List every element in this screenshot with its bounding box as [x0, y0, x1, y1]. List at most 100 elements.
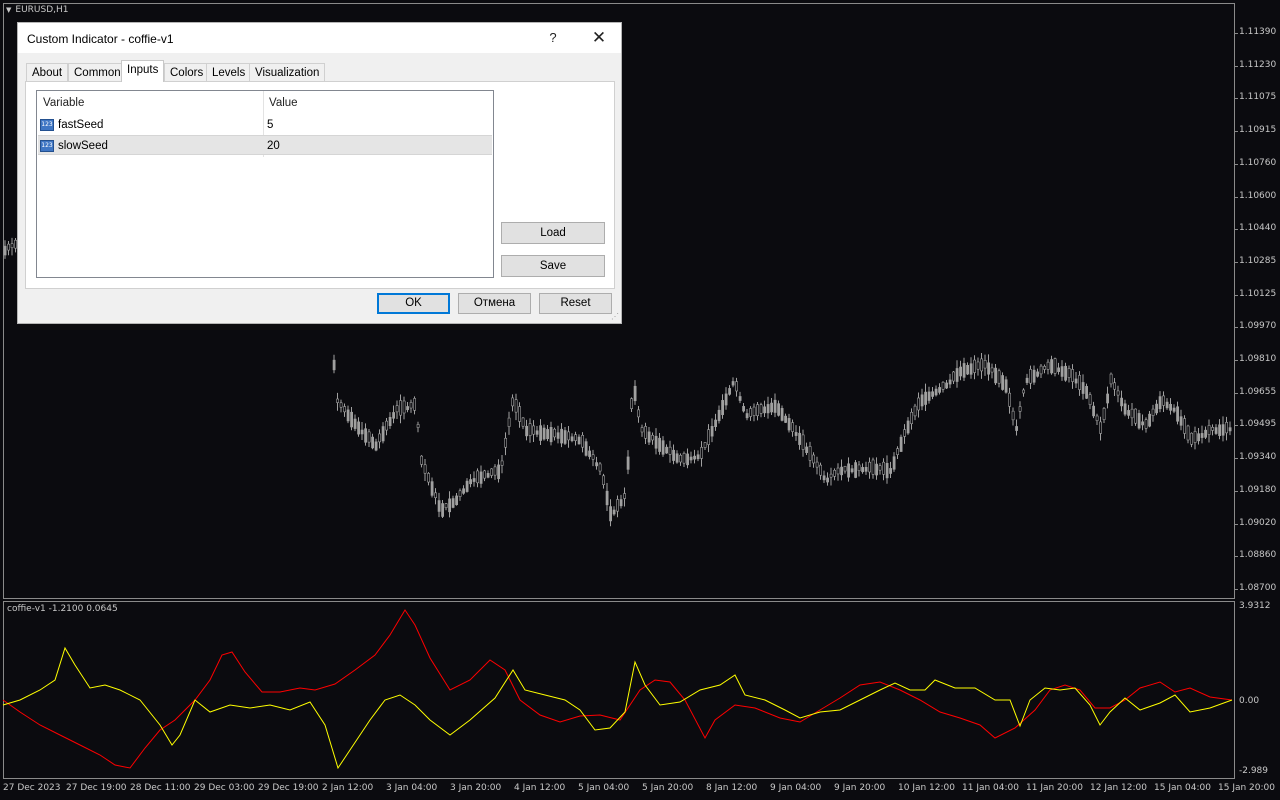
candle	[1127, 404, 1131, 419]
candle	[346, 405, 350, 424]
load-button[interactable]: Load	[501, 222, 605, 244]
candle	[493, 464, 497, 480]
candle	[983, 354, 987, 376]
candle	[1141, 414, 1145, 431]
candle	[710, 418, 714, 443]
candle	[1179, 409, 1183, 431]
time-axis-label: 10 Jan 12:00	[898, 783, 955, 793]
candle	[619, 494, 623, 509]
candle	[560, 423, 564, 448]
candle	[1025, 373, 1029, 385]
candle	[1088, 392, 1092, 410]
candle	[416, 421, 420, 433]
candle	[906, 417, 910, 435]
candle	[483, 469, 487, 482]
candle	[486, 470, 490, 479]
candle	[696, 450, 700, 462]
price-axis-tick	[1235, 98, 1238, 100]
candle	[378, 429, 382, 449]
candle	[392, 405, 396, 424]
tab-levels[interactable]: Levels	[206, 63, 252, 81]
time-axis-label: 4 Jan 12:00	[514, 783, 566, 793]
candle	[1053, 357, 1057, 377]
candle	[1109, 372, 1113, 388]
time-axis-label: 29 Dec 03:00	[194, 783, 255, 793]
time-axis-label: 29 Dec 19:00	[258, 783, 319, 793]
candle	[749, 406, 753, 421]
candle	[458, 488, 462, 501]
candle	[616, 495, 620, 518]
price-axis-tick	[1235, 425, 1238, 427]
tab-inputs[interactable]: Inputs	[121, 60, 165, 82]
candle	[948, 373, 952, 389]
candle	[595, 456, 599, 470]
price-axis-label: 1.10125	[1239, 288, 1277, 299]
price-axis-label: 1.10285	[1239, 255, 1277, 266]
candle	[409, 399, 413, 413]
candle	[1064, 362, 1068, 382]
dialog-titlebar[interactable]: Custom Indicator - coffie-v1 ? ✕	[18, 23, 621, 53]
candle	[994, 364, 998, 385]
candle	[987, 354, 991, 381]
price-axis-label: 1.11390	[1239, 27, 1277, 37]
column-header-value[interactable]: Value	[269, 91, 298, 115]
candle	[427, 472, 431, 486]
inputs-table[interactable]: Variable Value 123 fastSeed 5 123 slowSe…	[36, 90, 494, 278]
save-button[interactable]: Save	[501, 255, 605, 277]
price-axis-label: 1.08700	[1239, 582, 1277, 593]
candle	[434, 488, 438, 505]
candle	[1130, 403, 1134, 426]
candle	[1204, 426, 1208, 440]
candle	[917, 392, 921, 418]
candle	[630, 397, 634, 412]
candle	[535, 426, 539, 438]
candle	[689, 451, 693, 464]
help-button[interactable]: ?	[540, 27, 566, 49]
variable-value[interactable]: 5	[267, 115, 273, 135]
candle	[738, 391, 742, 404]
slow-seed-line	[2, 609, 1233, 769]
reset-button[interactable]: Reset	[539, 293, 612, 314]
candle	[857, 461, 861, 477]
candle	[1172, 404, 1176, 414]
candle	[777, 400, 781, 417]
candle	[1057, 362, 1061, 375]
candle	[623, 487, 627, 507]
table-row[interactable]: 123 slowSeed 20	[38, 135, 492, 155]
variable-name: fastSeed	[58, 119, 104, 131]
candle	[959, 360, 963, 381]
resize-grip-icon[interactable]: ⋰	[611, 313, 619, 321]
candle	[3, 240, 7, 259]
ok-button[interactable]: OK	[377, 293, 450, 314]
variable-value[interactable]: 20	[267, 136, 280, 156]
candle	[843, 465, 847, 474]
candle	[1158, 391, 1162, 413]
tab-about[interactable]: About	[26, 63, 69, 81]
candle	[504, 432, 508, 456]
candle	[500, 455, 504, 474]
candle	[357, 417, 361, 437]
close-icon[interactable]: ✕	[584, 27, 614, 49]
candle	[1095, 413, 1099, 425]
candle	[920, 388, 924, 411]
table-row[interactable]: 123 fastSeed 5	[38, 115, 492, 135]
tab-colors[interactable]: Colors	[164, 63, 210, 81]
candle	[546, 425, 550, 442]
candle	[598, 462, 602, 475]
price-axis-label: 1.09020	[1239, 517, 1277, 528]
candle	[766, 396, 770, 419]
variable-name: slowSeed	[58, 140, 108, 152]
price-axis-label: 1.10440	[1239, 223, 1277, 234]
candle	[854, 459, 858, 479]
time-axis-label: 5 Jan 04:00	[578, 783, 630, 793]
candle	[518, 402, 522, 428]
cancel-button[interactable]: Отмена	[458, 293, 531, 314]
column-header-variable[interactable]: Variable	[43, 91, 84, 115]
candle	[563, 426, 567, 446]
candle	[910, 408, 914, 430]
candle	[332, 354, 336, 374]
price-axis-label: 1.09970	[1239, 321, 1277, 332]
tab-visualization[interactable]: Visualization	[249, 63, 326, 81]
tab-common[interactable]: Common	[68, 63, 127, 81]
candle	[539, 419, 543, 445]
